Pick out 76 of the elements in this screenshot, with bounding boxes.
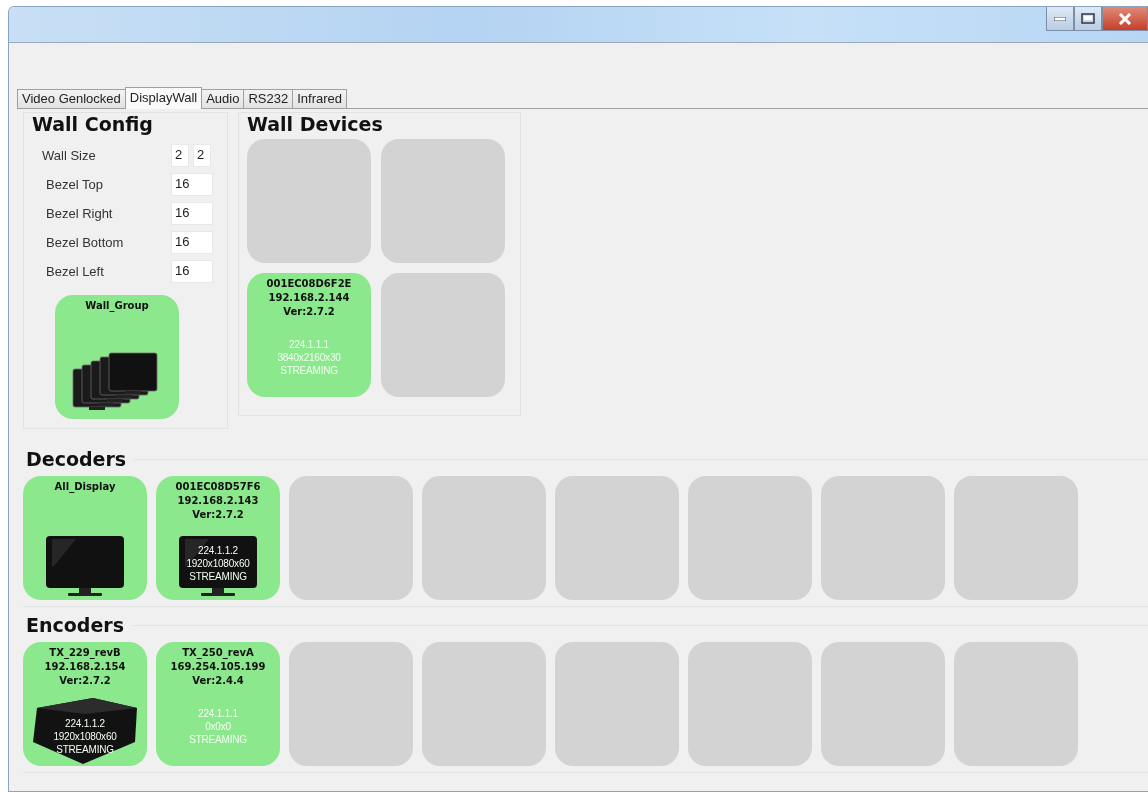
device-info: 001EC08D6F2E [266,277,352,291]
maximize-icon [1081,13,1095,24]
tab[interactable]: RS232 [243,89,294,108]
device-info: TX_229_revB [49,646,121,660]
device-info: Wall_Group [85,299,149,313]
number-field[interactable]: 16 [171,231,213,254]
monitor-icon [179,536,257,598]
device-info: Ver:2.7.2 [283,305,335,319]
stream-status: 224.1.1.1 [288,338,330,351]
stream-status: 224.1.1.2 [64,717,106,730]
field-label: Bezel Left [46,264,105,279]
device-tile[interactable]: All_Display [23,476,147,600]
close-button[interactable] [1102,7,1148,31]
panel-title: Wall Devices [247,113,384,135]
maximize-button[interactable] [1074,7,1102,31]
stream-status: 224.1.1.2 [197,544,239,557]
empty-device-slot[interactable] [821,642,945,766]
empty-device-slot[interactable] [954,476,1078,600]
device-tile[interactable]: 001EC08D6F2E 192.168.2.144 Ver:2.7.2 224.1.1.1 3840x2160x30 STREAMING [247,273,371,397]
device-tile[interactable]: 001EC08D57F6 192.168.2.143 Ver:2.7.2 224.1.1.2 1920x1080x60 STREAMING [156,476,280,600]
empty-device-slot[interactable] [555,476,679,600]
device-info: TX_250_revA [182,646,254,660]
empty-device-slot[interactable] [247,139,371,263]
field-label: Bezel Right [46,206,114,221]
number-field[interactable]: 16 [171,173,213,196]
stream-status: 1920x1080x60 [186,557,250,570]
stream-status: STREAMING [55,743,115,756]
device-info: 192.168.2.144 [268,291,350,305]
section-title: Encoders [26,614,124,636]
empty-device-slot[interactable] [688,642,812,766]
field-label: Bezel Top [46,177,104,192]
empty-device-slot[interactable] [422,642,546,766]
stream-status: STREAMING [188,570,248,583]
field-label: Bezel Bottom [46,235,125,250]
number-field[interactable]: 16 [171,260,213,283]
empty-device-slot[interactable] [289,476,413,600]
close-icon [1118,12,1132,25]
device-info: All_Display [54,480,116,494]
section-title: Decoders [26,448,127,470]
tab[interactable]: DisplayWall [124,87,203,109]
minimize-button[interactable] [1046,7,1074,31]
empty-device-slot[interactable] [381,273,505,397]
number-field[interactable]: 2 [171,144,189,167]
monitor-icon [46,536,124,598]
number-field[interactable]: 2 [193,144,211,167]
device-tile[interactable]: TX_229_revB 192.168.2.154 Ver:2.7.2 224.1.1.2 1920x1080x60 STREAMING [23,642,147,766]
device-info: 192.168.2.154 [44,660,126,674]
stream-status: 3840x2160x30 [277,351,341,364]
stream-status: 224.1.1.1 [197,707,239,720]
empty-device-slot[interactable] [954,642,1078,766]
device-info: 192.168.2.143 [177,494,259,508]
field-label: Wall Size [42,148,97,163]
stream-status: STREAMING [279,364,339,377]
minimize-icon [1054,16,1066,21]
device-info: 169.254.105.199 [170,660,266,674]
device-info: Ver:2.7.2 [59,674,111,688]
number-field[interactable]: 16 [171,202,213,225]
tab[interactable]: Video Genlocked [17,89,126,108]
box-icon [33,698,137,764]
stream-status: STREAMING [189,733,247,746]
empty-device-slot[interactable] [821,476,945,600]
stream-status: 0x0x0 [204,720,232,733]
device-tile[interactable]: TX_250_revA 169.254.105.199 Ver:2.4.4 224.1.1.1 0x0x0 STREAMING [156,642,280,766]
device-tile[interactable]: Wall_Group [55,295,179,419]
device-info: Ver:2.4.4 [192,674,244,688]
device-info: Ver:2.7.2 [192,508,244,522]
stream-status: 1920x1080x60 [53,730,117,743]
tab[interactable]: Audio [201,89,245,108]
empty-device-slot[interactable] [289,642,413,766]
empty-device-slot[interactable] [688,476,812,600]
tab[interactable]: Infrared [292,89,347,108]
empty-device-slot[interactable] [381,139,505,263]
device-info: 001EC08D57F6 [175,480,261,494]
panel-title: Wall Config [32,113,154,135]
empty-device-slot[interactable] [555,642,679,766]
empty-device-slot[interactable] [422,476,546,600]
